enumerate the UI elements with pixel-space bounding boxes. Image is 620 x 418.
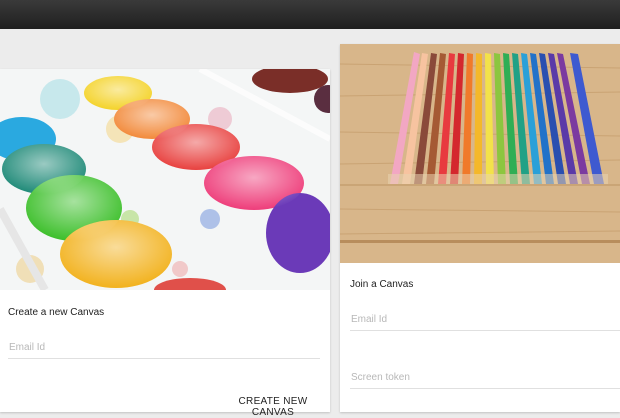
- create-email-input[interactable]: [9, 342, 317, 353]
- create-new-canvas-button[interactable]: CREATE NEW CANVAS: [216, 396, 330, 418]
- colored-pencils-image: [340, 44, 620, 263]
- join-email-input[interactable]: [351, 314, 611, 325]
- create-canvas-title: Create a new Canvas: [8, 307, 105, 318]
- screen-token-underline: [350, 388, 620, 389]
- watercolor-palette-image: [0, 69, 330, 290]
- join-email-underline: [350, 330, 620, 331]
- create-canvas-card: Create a new Canvas CREATE NEW CANVAS: [0, 69, 330, 418]
- top-app-bar: [0, 0, 620, 29]
- screen-token-input[interactable]: [351, 372, 611, 383]
- join-canvas-title: Join a Canvas: [350, 279, 414, 290]
- join-canvas-card: Join a Canvas: [340, 44, 620, 412]
- create-email-underline: [8, 358, 320, 359]
